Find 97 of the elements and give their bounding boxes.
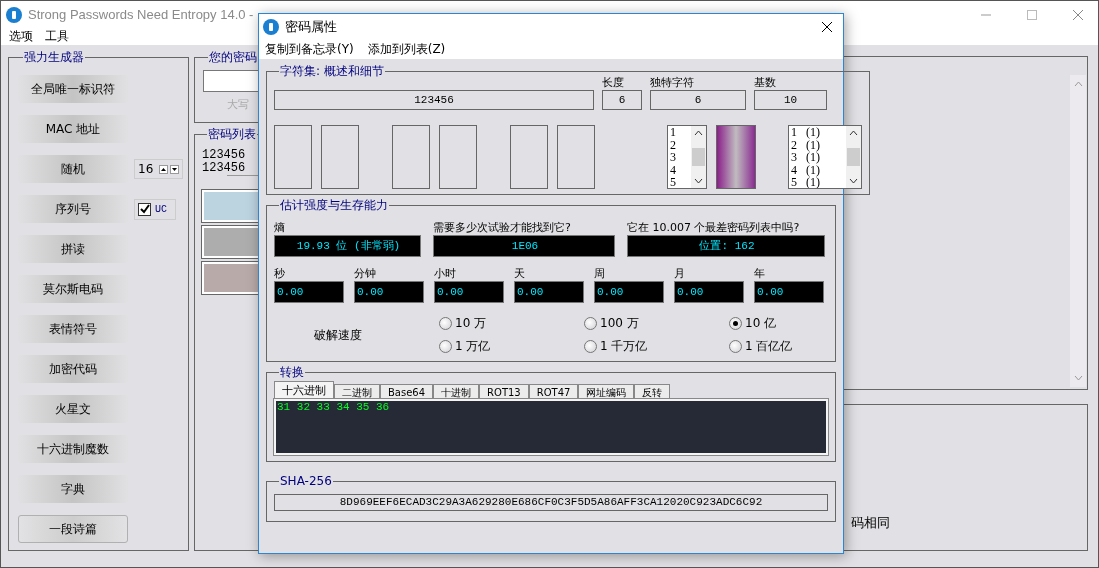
time-label: 天: [514, 266, 526, 281]
stat-value: 6: [602, 90, 642, 110]
group-title: 强力生成器: [23, 49, 85, 66]
readout-value: 19.93 位 (非常弱): [274, 235, 421, 257]
time-value: 0.00: [754, 281, 824, 303]
menu-item[interactable]: 复制到备忘录(Y): [265, 40, 354, 59]
time-value: 0.00: [514, 281, 584, 303]
time-label: 秒: [274, 266, 286, 281]
checkbox-label: UC: [155, 203, 167, 215]
list-item[interactable]: 1: [670, 126, 691, 139]
generator-button[interactable]: 莫尔斯电码: [18, 275, 128, 303]
time-label: 小时: [434, 266, 457, 281]
generator-button[interactable]: 一段诗篇: [18, 515, 128, 543]
speed-label: 破解速度: [313, 326, 363, 344]
dialog-title: 密码属性: [285, 18, 337, 36]
converted-output: 31 32 33 34 35 36: [276, 401, 391, 413]
app-icon: [6, 6, 22, 23]
close-icon[interactable]: [821, 21, 833, 33]
generator-button[interactable]: MAC 地址: [18, 115, 128, 143]
readout-label: 熵: [274, 220, 286, 235]
generator-button[interactable]: 序列号: [18, 195, 128, 223]
hash-field: 8D969EEF6ECAD3C29A3A629280E686CF0C3F5D5A86AFF3CA12020C923ADC6C92: [274, 494, 828, 511]
gradient-bar: [716, 125, 756, 189]
class-box: [439, 125, 477, 189]
readout-label: 需要多少次试验才能找到它?: [433, 220, 572, 235]
time-value: 0.00: [274, 281, 344, 303]
menu-item[interactable]: 添加到列表(Z): [367, 40, 446, 59]
time-label: 月: [674, 266, 686, 281]
class-box: [392, 125, 430, 189]
list-item[interactable]: 1 (1): [791, 126, 846, 139]
scroll-up-icon[interactable]: [849, 130, 858, 136]
group-title: 字符集: 概述和细节: [279, 63, 385, 80]
generator-button[interactable]: 全局唯一标识符: [18, 75, 128, 103]
list-item[interactable]: 5: [670, 176, 691, 188]
list-item[interactable]: 4 (1): [791, 163, 846, 176]
down-arrow-icon[interactable]: [170, 164, 180, 174]
generator-button[interactable]: 火星文: [18, 395, 128, 423]
list-item[interactable]: 5 (1): [791, 176, 846, 188]
group-title: 密码列表: [207, 126, 257, 143]
time-label: 周: [594, 266, 606, 281]
generator-button[interactable]: 加密代码: [18, 355, 128, 383]
window-title: Strong Passwords Need Entropy 14.0 -: [28, 7, 254, 22]
speed-radio[interactable]: 1 千万亿: [584, 338, 729, 355]
time-value: 0.00: [354, 281, 424, 303]
generator-button[interactable]: 拼读: [18, 235, 128, 263]
time-label: 分钟: [354, 266, 377, 281]
speed-radio[interactable]: 10 万: [439, 315, 584, 332]
scroll-up-icon[interactable]: [694, 130, 703, 136]
generator-button[interactable]: 字典: [18, 475, 128, 503]
option-label: 码相同: [851, 514, 890, 532]
generator-button[interactable]: 表情符号: [18, 315, 128, 343]
count-listbox[interactable]: 1 (1) 2 (1) 3 (1) 4 (1) 5 (1): [788, 125, 862, 189]
list-item[interactable]: 3 (1): [791, 151, 846, 164]
scrollbar[interactable]: [846, 126, 861, 188]
tab[interactable]: 十六进制: [274, 381, 334, 399]
up-arrow-icon[interactable]: [159, 164, 169, 174]
stat-value: 6: [650, 90, 746, 110]
group-title: 转换: [279, 364, 305, 381]
readout-value: 1E06: [433, 235, 615, 257]
time-value: 0.00: [674, 281, 744, 303]
list-item[interactable]: 2: [670, 138, 691, 151]
list-item[interactable]: 4: [670, 163, 691, 176]
group-title: 估计强度与生存能力: [279, 197, 389, 214]
group-title: 您的密码: [208, 49, 258, 66]
time-label: 年: [754, 266, 766, 281]
scrollbar[interactable]: [691, 126, 706, 188]
app-icon: [263, 19, 279, 35]
stat-value: 10: [754, 90, 827, 110]
scroll-down-icon[interactable]: [849, 178, 858, 184]
char-listbox[interactable]: 1 2 3 4 5: [667, 125, 707, 189]
stat-label: 长度: [602, 75, 625, 90]
class-box: [510, 125, 548, 189]
class-box: [274, 125, 312, 189]
scroll-down-icon[interactable]: [694, 178, 703, 184]
list-item[interactable]: 3: [670, 151, 691, 164]
length-spinner[interactable]: 16: [134, 159, 184, 179]
speed-radio[interactable]: 100 万: [584, 315, 729, 332]
list-item[interactable]: 2 (1): [791, 138, 846, 151]
menu-item[interactable]: 工具: [45, 28, 69, 45]
speed-radio[interactable]: 1 百亿亿: [729, 338, 819, 355]
speed-radio[interactable]: 10 亿: [729, 315, 819, 332]
stat-label: 基数: [754, 75, 777, 90]
readout-label: 它在 10.007 个最差密码列表中吗?: [627, 220, 801, 235]
generator-button[interactable]: 十六进制魔数: [18, 435, 128, 463]
spinner-value: 16: [138, 162, 154, 176]
group-title: SHA-256: [279, 474, 333, 488]
password-field[interactable]: 123456: [274, 90, 594, 110]
time-value: 0.00: [594, 281, 664, 303]
readout-value: 位置: 162: [627, 235, 825, 257]
menu-item[interactable]: 选项: [9, 28, 33, 45]
generator-button[interactable]: 随机: [18, 155, 128, 183]
speed-radio[interactable]: 1 万亿: [439, 338, 584, 355]
stat-label: 独特字符: [650, 75, 695, 90]
class-box: [557, 125, 595, 189]
class-box: [321, 125, 359, 189]
checkbox[interactable]: [138, 202, 151, 216]
time-value: 0.00: [434, 281, 504, 303]
